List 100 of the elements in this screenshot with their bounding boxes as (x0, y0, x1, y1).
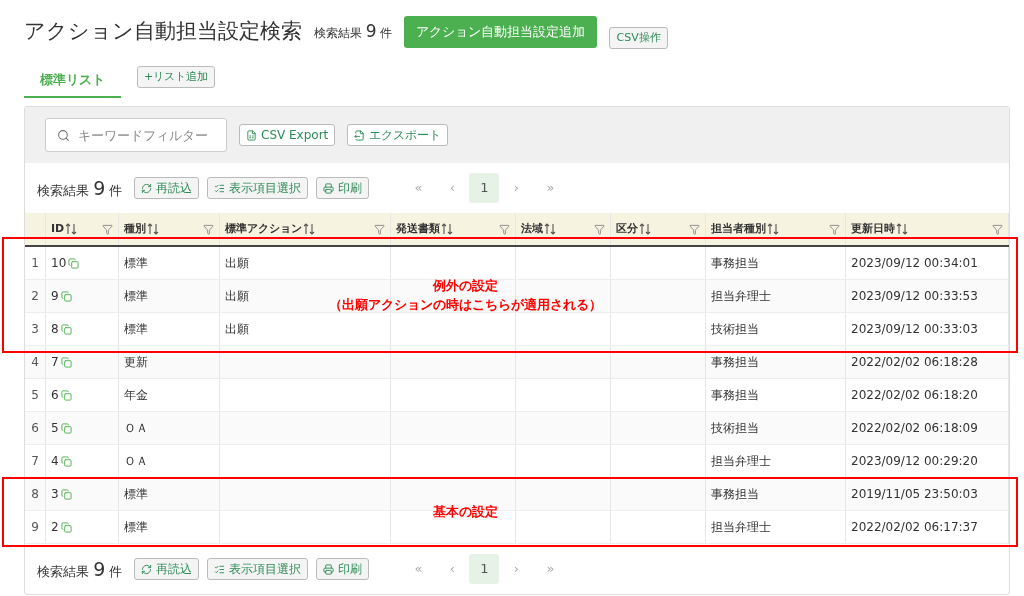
table-cell-text: 2 (51, 519, 59, 536)
filter-icon[interactable] (102, 223, 113, 235)
table-cell-text: 2022/02/02 06:18:28 (851, 354, 978, 371)
export-icon (354, 129, 366, 141)
table-cell-text: ＯＡ (124, 420, 148, 437)
column-header[interactable]: 更新日時 (851, 220, 895, 238)
list-tab[interactable]: 標準リスト (24, 64, 121, 98)
column-header[interactable]: 種別 (124, 220, 146, 238)
toolbar-button[interactable]: 印刷 (316, 558, 370, 580)
column-header[interactable]: 発送書類 (396, 220, 440, 238)
table-cell-text: 事務担当 (711, 486, 759, 503)
filter-icon[interactable] (689, 223, 700, 235)
csv-menu-button[interactable]: CSV操作 (609, 27, 668, 49)
first-page-button[interactable]: « (401, 173, 436, 203)
filter-icon[interactable] (203, 223, 214, 235)
previous-page-button[interactable]: ‹ (435, 554, 470, 584)
last-page-button[interactable]: » (533, 554, 568, 584)
file-icon (246, 129, 257, 141)
table-cell-text: 6 (51, 387, 59, 404)
table-cell-text: 事務担当 (711, 255, 759, 272)
sort-icon[interactable] (147, 223, 159, 235)
export-button[interactable]: CSV Export (239, 124, 336, 146)
table-cell-text: 2022/02/02 06:17:37 (851, 519, 978, 536)
reload-icon (141, 182, 153, 194)
copy-icon[interactable] (60, 290, 72, 302)
print-icon (323, 182, 335, 194)
sort-icon[interactable] (896, 223, 908, 235)
toolbar-button[interactable]: 表示項目選択 (207, 177, 309, 199)
filter-icon[interactable] (992, 223, 1003, 235)
copy-icon[interactable] (60, 356, 72, 368)
row-number: 8 (31, 486, 39, 503)
next-page-button[interactable]: › (499, 554, 534, 584)
table-cell-text: 標準 (124, 519, 148, 536)
table-cell-text: 2019/11/05 23:50:03 (851, 486, 978, 503)
first-page-button[interactable]: « (401, 554, 436, 584)
table-cell-text: 技術担当 (711, 321, 759, 338)
filter-icon[interactable] (829, 223, 840, 235)
filter-icon[interactable] (499, 223, 510, 235)
table-cell-text: 2022/02/02 06:18:09 (851, 420, 978, 437)
table-cell-text: 技術担当 (711, 420, 759, 437)
page-button[interactable]: 1 (469, 554, 500, 584)
table-cell-text: 4 (51, 453, 59, 470)
column-header[interactable]: 法域 (521, 220, 543, 238)
column-header[interactable]: 標準アクション (225, 220, 302, 238)
table-cell-text: ＯＡ (124, 453, 148, 470)
table-cell-text: 5 (51, 420, 59, 437)
sort-icon[interactable] (303, 223, 315, 235)
row-number: 6 (31, 420, 39, 437)
annotation-text: 例外の設定 (432, 276, 498, 295)
add-setting-button[interactable]: アクション自動担当設定追加 (404, 16, 598, 48)
table-cell-text: 標準 (124, 255, 148, 272)
row-number: 4 (31, 354, 39, 371)
list-icon (214, 563, 226, 575)
row-number: 7 (31, 453, 39, 470)
table-cell-text: 標準 (124, 288, 148, 305)
filter-icon[interactable] (594, 223, 605, 235)
last-page-button[interactable]: » (533, 173, 568, 203)
copy-icon[interactable] (60, 455, 72, 467)
toolbar-button[interactable]: 表示項目選択 (207, 558, 309, 580)
export-button[interactable]: エクスポート (347, 124, 449, 146)
sort-icon[interactable] (65, 223, 78, 235)
table-cell-text: 10 (51, 255, 67, 272)
sort-icon[interactable] (441, 223, 453, 235)
keyword-filter-field[interactable]: キーワードフィルター (45, 118, 227, 152)
copy-icon[interactable] (60, 521, 72, 533)
reload-icon (141, 563, 153, 575)
row-number: 9 (31, 519, 39, 536)
table-cell-text: 2023/09/12 00:33:53 (851, 288, 978, 305)
table-cell-text: 事務担当 (711, 387, 759, 404)
copy-icon[interactable] (60, 422, 72, 434)
filter-icon[interactable] (374, 223, 385, 235)
column-header[interactable]: ID (51, 220, 65, 238)
sort-icon[interactable] (544, 223, 556, 235)
result-count: 検索結果 9 件 (37, 175, 123, 201)
row-number: 5 (31, 387, 39, 404)
next-page-button[interactable]: › (499, 173, 534, 203)
table-cell-text: 出願 (225, 255, 249, 272)
copy-icon[interactable] (60, 389, 72, 401)
table-cell-text: 7 (51, 354, 59, 371)
table-cell-text: 標準 (124, 321, 148, 338)
table-cell-text: 2023/09/12 00:34:01 (851, 255, 978, 272)
previous-page-button[interactable]: ‹ (435, 173, 470, 203)
toolbar-button[interactable]: 再読込 (134, 177, 200, 199)
copy-icon[interactable] (60, 323, 72, 335)
table-cell-text: 2022/02/02 06:18:20 (851, 387, 978, 404)
page-button[interactable]: 1 (469, 173, 500, 203)
toolbar-button[interactable]: 再読込 (134, 558, 200, 580)
annotation-text: 基本の設定 (432, 503, 498, 522)
search-icon (57, 129, 70, 142)
table-cell-text: 事務担当 (711, 354, 759, 371)
table-cell-text: 更新 (124, 354, 148, 371)
column-header[interactable]: 区分 (616, 220, 638, 238)
result-count: 検索結果 9 件 (314, 20, 393, 44)
sort-icon[interactable] (639, 223, 651, 235)
copy-icon[interactable] (68, 257, 80, 269)
add-list-button[interactable]: +リスト追加 (137, 66, 216, 88)
sort-icon[interactable] (767, 223, 779, 235)
column-header[interactable]: 担当者種別 (711, 220, 766, 238)
copy-icon[interactable] (60, 488, 72, 500)
toolbar-button[interactable]: 印刷 (316, 177, 370, 199)
